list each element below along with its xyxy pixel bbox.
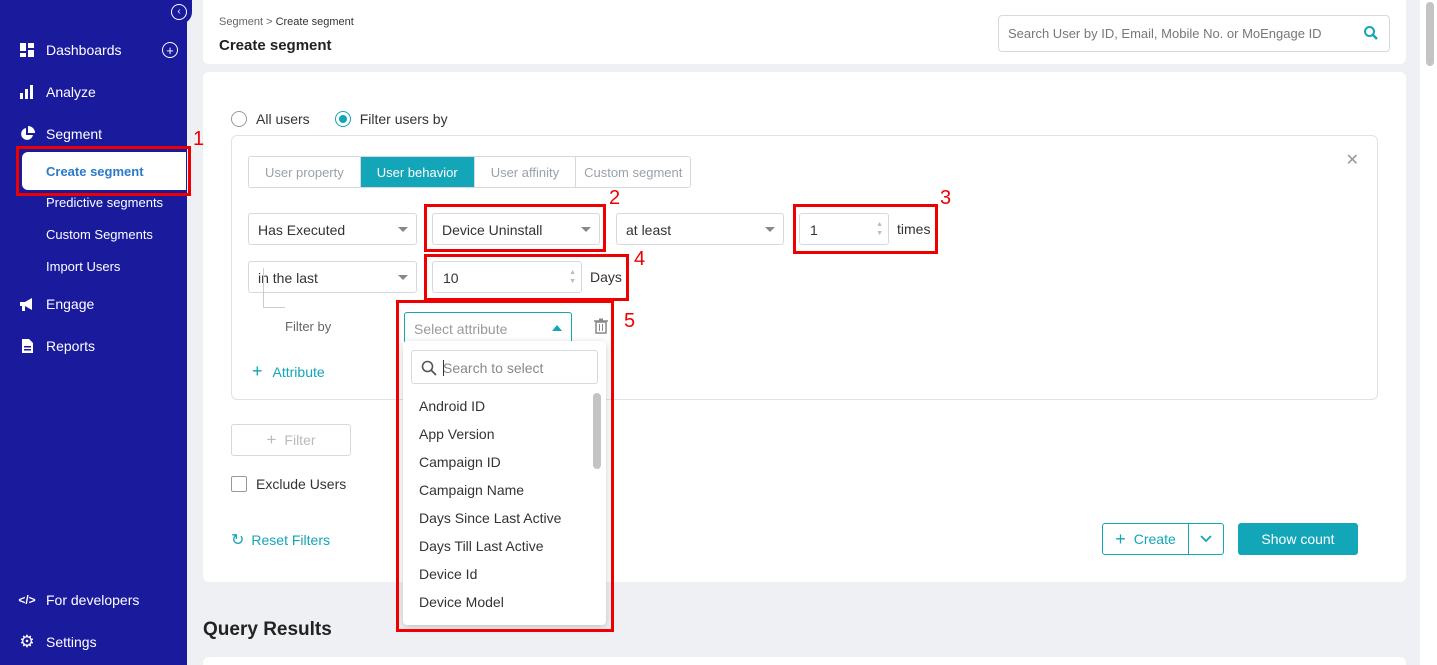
reset-filters-label: Reset Filters (251, 532, 330, 548)
pie-chart-icon (18, 125, 36, 143)
query-results-title: Query Results (203, 619, 332, 640)
annotation-box-2 (424, 204, 606, 252)
add-filter-label: Filter (284, 432, 316, 448)
plus-icon: + (266, 430, 277, 449)
add-dashboard-icon[interactable]: + (162, 42, 178, 58)
tree-connector (263, 268, 285, 308)
annotation-label-3: 3 (940, 187, 952, 209)
radio-filter-users-label[interactable]: Filter users by (360, 111, 448, 127)
page-header: Segment > Create segment Create segment … (203, 0, 1406, 64)
sidebar-subitem-custom-segments[interactable]: Custom Segments (46, 227, 153, 242)
refresh-icon: ↻ (231, 532, 245, 549)
sidebar-item-label: Settings (46, 634, 97, 650)
condition-select[interactable]: Has Executed (248, 213, 417, 245)
gear-icon: ⚙ (19, 632, 35, 651)
annotation-label-2: 2 (609, 187, 621, 209)
user-search-input[interactable]: Search User by ID, Email, Mobile No. or … (998, 15, 1390, 52)
sidebar-item-label: Engage (46, 296, 95, 312)
reset-filters-button[interactable]: ↻ Reset Filters (231, 530, 330, 550)
tab-user-property[interactable]: User property (249, 157, 361, 187)
sidebar-item-label: Analyze (46, 84, 96, 100)
annotation-box-5 (396, 300, 614, 632)
create-label: Create (1133, 531, 1176, 547)
tab-custom-segment[interactable]: Custom segment (576, 157, 690, 187)
sidebar-item-settings[interactable]: ⚙ Settings (18, 632, 97, 651)
document-icon (18, 337, 36, 355)
create-split-button: + Create (1102, 523, 1224, 555)
segment-builder-card: All users Filter users by User property … (203, 72, 1406, 582)
code-icon: </> (18, 593, 36, 607)
annotation-box-4 (424, 254, 629, 301)
chevron-down-icon (765, 227, 775, 232)
sidebar-item-dashboards[interactable]: Dashboards (18, 41, 122, 59)
close-icon[interactable]: ✕ (1346, 150, 1359, 170)
tab-user-affinity[interactable]: User affinity (475, 157, 577, 187)
chevron-down-icon (398, 227, 408, 232)
add-filter-button[interactable]: + Filter (231, 424, 351, 456)
sidebar-subitem-predictive-segments[interactable]: Predictive segments (46, 195, 163, 210)
condition-value: Has Executed (258, 222, 346, 238)
annotation-box-1 (16, 146, 191, 196)
chevron-down-icon (1200, 535, 1212, 543)
radio-filter-users[interactable] (334, 111, 351, 127)
add-attribute-button[interactable]: + Attribute (252, 361, 325, 382)
radio-all-users-label[interactable]: All users (256, 111, 310, 127)
sidebar-item-label: Segment (46, 126, 103, 142)
sidebar-subitem-import-users[interactable]: Import Users (46, 259, 120, 274)
audience-radio-group: All users Filter users by (231, 111, 448, 127)
search-icon[interactable] (1363, 25, 1379, 44)
filter-type-tabs: User property User behavior User affinit… (248, 156, 692, 188)
tab-user-behavior[interactable]: User behavior (360, 157, 475, 187)
sidebar-item-label: For developers (46, 592, 140, 608)
radio-all-users[interactable] (231, 111, 247, 127)
query-results-card (203, 657, 1406, 665)
qualifier-value: at least (626, 222, 672, 238)
dashboard-icon (18, 41, 36, 59)
exclude-users-checkbox[interactable]: Exclude Users (231, 476, 346, 492)
page-scrollbar[interactable] (1420, 0, 1437, 665)
sidebar-item-for-developers[interactable]: </> For developers (18, 591, 139, 609)
breadcrumb: Segment > Create segment (219, 16, 354, 28)
show-count-button[interactable]: Show count (1238, 523, 1358, 555)
sidebar: ‹ Dashboards + Analyze Segment Create se… (0, 0, 192, 665)
megaphone-icon (18, 295, 36, 313)
sidebar-item-segment[interactable]: Segment (18, 125, 102, 143)
annotation-label-4: 4 (634, 248, 646, 270)
filter-by-label: Filter by (285, 319, 332, 334)
user-search-placeholder: Search User by ID, Email, Mobile No. or … (1008, 26, 1322, 41)
page-scrollbar-thumb[interactable] (1426, 2, 1434, 66)
breadcrumb-current: Create segment (275, 16, 354, 28)
sidebar-item-label: Dashboards (46, 42, 122, 58)
plus-icon: + (252, 361, 263, 381)
sidebar-item-label: Reports (46, 338, 96, 354)
sidebar-item-engage[interactable]: Engage (18, 295, 94, 313)
exclude-users-label: Exclude Users (256, 476, 347, 492)
page-title: Create segment (219, 37, 332, 54)
chevron-left-icon: ‹ (171, 4, 187, 20)
qualifier-select[interactable]: at least (616, 213, 784, 245)
collapse-sidebar-button[interactable]: ‹ (166, 0, 192, 24)
create-dropdown-toggle[interactable] (1189, 524, 1223, 554)
annotation-label-5: 5 (624, 310, 636, 332)
checkbox[interactable] (231, 476, 247, 492)
sidebar-item-analyze[interactable]: Analyze (18, 83, 96, 101)
create-button[interactable]: + Create (1103, 524, 1189, 554)
breadcrumb-segment-link[interactable]: Segment (219, 16, 263, 28)
chevron-down-icon (398, 275, 408, 280)
plus-icon: + (1115, 528, 1126, 549)
add-attribute-label: Attribute (272, 363, 325, 380)
annotation-box-3 (793, 204, 938, 254)
sidebar-item-reports[interactable]: Reports (18, 337, 95, 355)
bar-chart-icon (18, 83, 36, 101)
annotation-label-1: 1 (193, 128, 205, 150)
breadcrumb-separator: > (263, 16, 276, 28)
